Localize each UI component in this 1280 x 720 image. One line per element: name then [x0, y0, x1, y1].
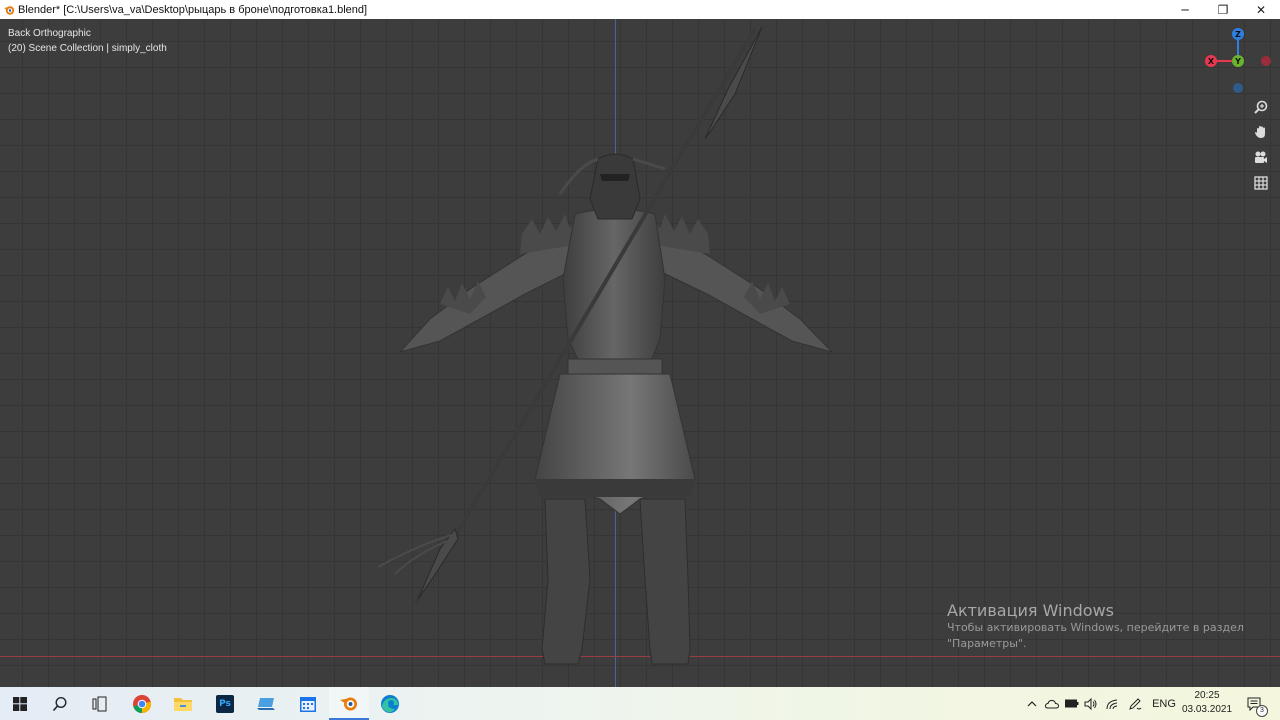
window-title: Blender* [C:\Users\va_va\Desktop\рыцарь … [18, 3, 368, 16]
search-icon[interactable] [40, 687, 80, 720]
3d-viewport[interactable]: Back Orthographic (20) Scene Collection … [0, 19, 1280, 687]
task-view-icon[interactable] [80, 687, 120, 720]
blender-logo-icon [0, 0, 18, 19]
minimize-button[interactable]: ─ [1166, 0, 1204, 19]
battery-icon[interactable] [1063, 687, 1081, 720]
wifi-icon[interactable] [1103, 687, 1121, 720]
photoshop-icon[interactable]: Ps [205, 687, 245, 720]
watermark-line-2: "Параметры". [947, 637, 1027, 650]
hand-icon[interactable] [1250, 121, 1272, 143]
navigation-gizmo[interactable]: Z Y X [1198, 25, 1278, 105]
clock[interactable]: 20:25 03.03.2021 [1178, 689, 1236, 717]
gizmo-neg-y-axis[interactable] [1233, 83, 1243, 93]
gizmo-neg-x-axis[interactable] [1261, 56, 1271, 66]
photoshop-label: Ps [216, 694, 234, 713]
language-indicator[interactable]: ENG [1148, 687, 1180, 720]
blender-icon[interactable] [329, 687, 369, 720]
close-button[interactable]: ✕ [1242, 0, 1280, 19]
clock-time: 20:25 [1194, 690, 1220, 701]
file-explorer-icon[interactable] [163, 687, 203, 720]
notification-center-icon[interactable]: 3 [1242, 687, 1268, 720]
windows-activation-watermark: Активация Windows Чтобы активировать Win… [947, 601, 1244, 652]
notification-badge: 3 [1256, 705, 1268, 717]
edge-icon[interactable] [370, 687, 410, 720]
zoom-icon[interactable] [1250, 96, 1272, 118]
clock-date: 03.03.2021 [1181, 704, 1233, 715]
maximize-button[interactable]: ❐ [1204, 0, 1242, 19]
volume-icon[interactable] [1082, 687, 1100, 720]
gizmo-y-axis[interactable]: Y [1232, 55, 1244, 67]
watermark-title: Активация Windows [947, 601, 1114, 620]
camera-icon[interactable] [1250, 146, 1272, 168]
knight-model[interactable] [0, 19, 1280, 687]
show-hidden-icons-icon[interactable] [1024, 687, 1040, 720]
title-bar: Blender* [C:\Users\va_va\Desktop\рыцарь … [0, 0, 1280, 19]
taskbar: Ps ENG 20:25 03.03.2021 3 [0, 687, 1280, 720]
calendar-icon[interactable] [288, 687, 328, 720]
windows-start-icon[interactable] [0, 687, 40, 720]
watermark-line-1: Чтобы активировать Windows, перейдите в … [947, 621, 1244, 634]
chrome-icon[interactable] [122, 687, 162, 720]
gizmo-x-axis[interactable]: X [1205, 55, 1217, 67]
grid-icon[interactable] [1250, 172, 1272, 194]
gizmo-z-axis[interactable]: Z [1232, 28, 1244, 40]
laptop-icon[interactable] [246, 687, 286, 720]
onedrive-icon[interactable] [1043, 687, 1061, 720]
pen-icon[interactable] [1126, 687, 1144, 720]
